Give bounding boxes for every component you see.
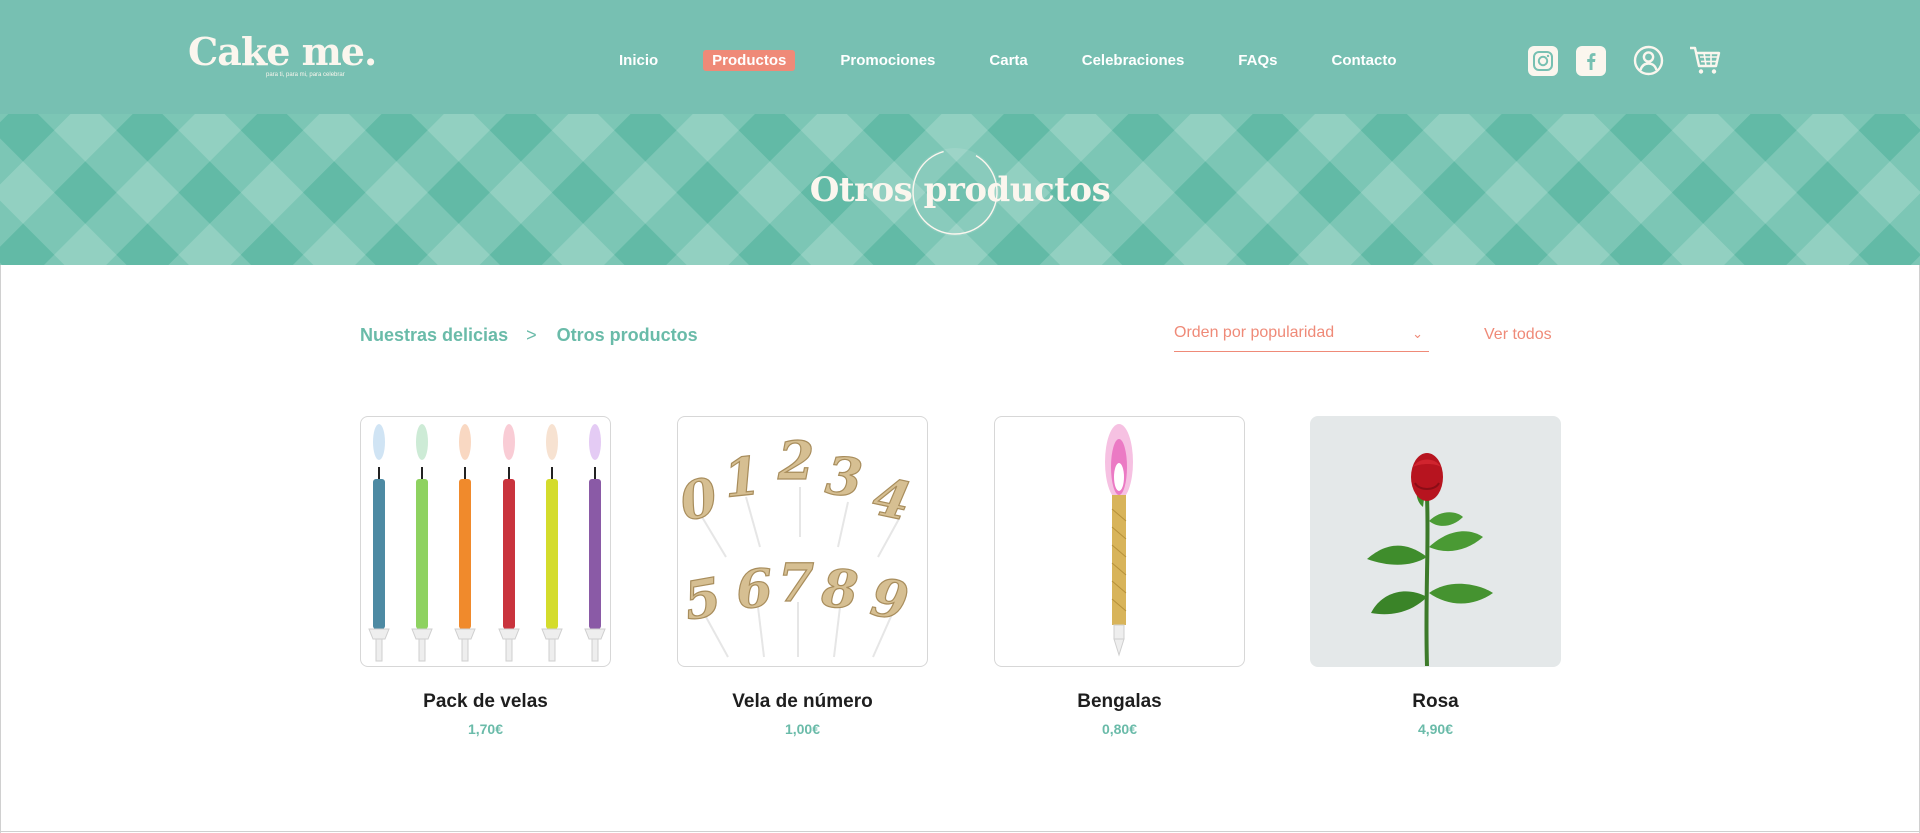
svg-text:1: 1 (721, 445, 763, 509)
logo-text: Cake me. (188, 29, 377, 74)
product-card[interactable]: Pack de velas 1,70€ (360, 416, 611, 737)
svg-text:9: 9 (867, 567, 913, 633)
main-nav: Inicio Productos Promociones Carta Celeb… (610, 48, 1405, 72)
site-header: Cake me. para ti, para mi, para celebrar… (0, 0, 1920, 114)
logo-tagline: para ti, para mi, para celebrar (266, 72, 345, 78)
nav-item-promociones[interactable]: Promociones (831, 50, 944, 71)
svg-text:4: 4 (868, 466, 916, 533)
product-price: 1,70€ (467, 721, 504, 737)
product-name[interactable]: Rosa (1310, 691, 1561, 713)
nav-item-celebraciones[interactable]: Celebraciones (1073, 50, 1194, 71)
nav-item-productos[interactable]: Productos (703, 49, 796, 71)
page-banner: Otros productos (0, 114, 1920, 265)
nav-item-carta[interactable]: Carta (980, 50, 1036, 71)
svg-text:5: 5 (679, 566, 725, 632)
product-image-rose[interactable] (1310, 416, 1561, 667)
facebook-icon[interactable] (1576, 46, 1606, 76)
product-card[interactable]: Bengalas 0,80€ (994, 416, 1245, 737)
product-image-sparkler[interactable] (994, 416, 1245, 667)
product-image-candles[interactable] (360, 416, 611, 667)
instagram-icon[interactable] (1528, 46, 1558, 76)
sort-select-value: Orden por popularidad (1174, 324, 1335, 341)
product-price: 1,00€ (784, 721, 821, 737)
chevron-down-icon: ⌄ (1412, 326, 1423, 341)
logo[interactable]: Cake me. para ti, para mi, para celebrar (188, 29, 377, 79)
breadcrumb-current: Otros productos (556, 325, 698, 345)
product-image-number-candle[interactable]: 0 1 2 3 4 5 6 7 8 9 (677, 416, 928, 667)
page-title: Otros productos (809, 170, 1111, 210)
nav-item-contacto[interactable]: Contacto (1322, 50, 1405, 71)
product-card[interactable]: 0 1 2 3 4 5 6 7 8 9 Vela de número 1,00€ (677, 416, 928, 737)
breadcrumb-separator: > (526, 325, 537, 345)
svg-text:8: 8 (819, 558, 860, 621)
user-icon[interactable] (1633, 45, 1664, 76)
frame-border-left (0, 265, 1, 833)
product-name[interactable]: Pack de velas (360, 691, 611, 713)
svg-text:2: 2 (777, 431, 814, 492)
product-card[interactable]: Rosa 4,90€ (1310, 416, 1561, 737)
svg-text:0: 0 (678, 466, 723, 533)
sort-select[interactable]: Orden por popularidad ⌄ (1174, 324, 1429, 352)
nav-item-faqs[interactable]: FAQs (1229, 50, 1286, 71)
svg-text:7: 7 (778, 553, 814, 614)
cart-icon[interactable] (1688, 44, 1722, 76)
svg-text:6: 6 (734, 558, 774, 621)
product-name[interactable]: Bengalas (994, 691, 1245, 713)
product-name[interactable]: Vela de número (677, 691, 928, 713)
svg-text:3: 3 (823, 445, 865, 509)
product-price: 0,80€ (1101, 721, 1138, 737)
view-all-link[interactable]: Ver todos (1484, 326, 1552, 344)
frame-border-bottom (0, 831, 1920, 832)
breadcrumb: Nuestras delicias > Otros productos (360, 325, 698, 346)
breadcrumb-link-nuestras-delicias[interactable]: Nuestras delicias (360, 325, 508, 346)
nav-item-inicio[interactable]: Inicio (610, 50, 667, 71)
product-price: 4,90€ (1417, 721, 1454, 737)
